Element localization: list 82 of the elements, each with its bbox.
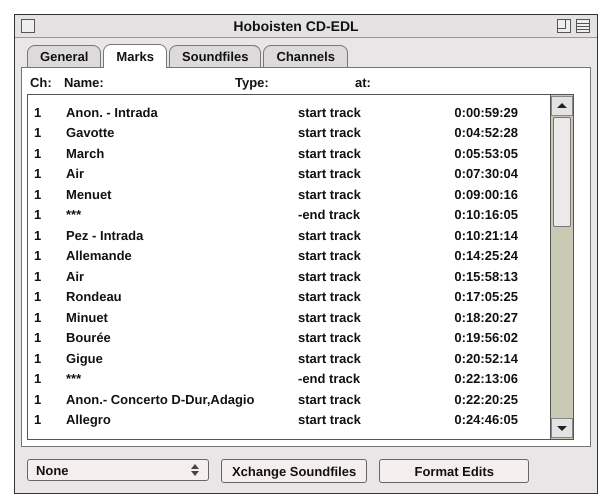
table-cell-text: 1: [34, 104, 42, 120]
table-cell-text: start track: [298, 104, 362, 120]
table-cell-text: 1: [34, 350, 42, 366]
table-cell-text: start track: [298, 186, 362, 202]
table-cell-text: 1: [34, 412, 42, 428]
table-cell-text: 0:22:20:25: [453, 392, 518, 407]
tab[interactable]: Soundfiles: [169, 45, 262, 67]
table-cell-text: 1: [34, 146, 42, 161]
scroll-bar[interactable]: [550, 95, 573, 439]
table-cell-text: 0:17:05:25: [453, 289, 518, 304]
table-cell-text: 1: [34, 268, 42, 284]
popup-menu[interactable]: None: [27, 459, 209, 481]
table-cell-text: start track: [298, 228, 362, 243]
table-cell-text: 1: [34, 371, 42, 386]
table-cell-text: Minuet: [66, 310, 109, 325]
table-cell-text: start track: [298, 330, 362, 346]
table-cell-text: Bourée: [66, 330, 112, 346]
zoom-box-icon[interactable]: [557, 18, 572, 34]
table-cell-text: start track: [298, 146, 362, 161]
table-cell-text: 0:15:58:13: [453, 268, 518, 284]
table-cell-text: 0:10:21:14: [453, 228, 518, 243]
table-cell-text: 1: [34, 166, 42, 182]
table-cell-text: 0:10:16:05: [453, 207, 518, 222]
table-cell-text: 0:14:25:24: [453, 248, 518, 264]
table-cell-text: start track: [298, 248, 362, 264]
table-cell-text: Allemande: [66, 248, 133, 264]
table-cell-text: 0:24:46:05: [453, 412, 518, 428]
up-down-arrows-icon: [190, 463, 200, 477]
table-cell-text: Allegro: [66, 412, 112, 428]
window-title: Hoboisten CD-EDL: [232, 18, 360, 34]
collapse-box-icon[interactable]: [576, 18, 591, 34]
column-header: Ch:: [30, 74, 53, 90]
table-cell-text: March: [66, 146, 106, 161]
column-header: Name:: [64, 74, 105, 90]
table-cell-text: start track: [298, 166, 362, 182]
tab[interactable]: General: [27, 45, 102, 67]
table-cell-text: 0:00:59:29: [453, 104, 518, 120]
push-button[interactable]: Format Edits: [379, 459, 530, 483]
table-cell-text: Pez - Intrada: [66, 228, 144, 243]
table-cell-text: 1: [34, 228, 42, 243]
push-button[interactable]: Xchange Soundfiles: [221, 459, 368, 483]
table-cell-text: 1: [34, 125, 42, 140]
table-cell-text: -end track: [298, 371, 362, 386]
table-cell-text: start track: [298, 125, 362, 140]
table-cell-text: 1: [34, 248, 42, 264]
table-cell-text: 1: [34, 392, 42, 407]
table-cell-text: 0:09:00:16: [453, 186, 518, 202]
scroll-thumb[interactable]: [553, 117, 571, 227]
table-cell-text: Air: [66, 268, 86, 284]
table-cell-text: Gigue: [66, 350, 104, 366]
table-cell-text: Rondeau: [66, 289, 123, 304]
table-cell-text: Air: [66, 166, 86, 182]
table-cell-text: 1: [34, 310, 42, 325]
table-cell-text: 1: [34, 289, 42, 304]
table-cell-text: 0:07:30:04: [453, 166, 518, 182]
table-cell-text: start track: [298, 392, 362, 407]
table-cell-text: 0:18:20:27: [453, 310, 518, 325]
table-cell-text: 0:04:52:28: [453, 125, 518, 140]
table-cell-text: 1: [34, 330, 42, 346]
table-cell-text: 0:19:56:02: [453, 330, 518, 346]
table-cell-text: start track: [298, 412, 362, 428]
column-header: at:: [355, 74, 372, 90]
table-cell-text: 1: [34, 186, 42, 202]
table-cell-text: start track: [298, 350, 362, 366]
table-cell-text: 1: [34, 207, 42, 222]
table-cell-text: Anon. - Intrada: [66, 104, 159, 120]
table-cell-text: ***: [66, 207, 82, 222]
table-cell-text: start track: [298, 310, 362, 325]
table-cell-text: Gavotte: [66, 125, 116, 140]
column-header: Type:: [235, 74, 270, 90]
table-cell-text: 0:05:53:05: [453, 146, 518, 161]
table-cell-text: Menuet: [66, 186, 112, 202]
tab[interactable]: Channels: [263, 45, 348, 67]
table-cell-text: 0:20:52:14: [453, 350, 518, 366]
table-cell-text: ***: [66, 371, 82, 386]
tab[interactable]: Marks: [103, 44, 167, 68]
table-cell-text: start track: [298, 268, 362, 284]
table-cell-text: -end track: [298, 207, 362, 222]
close-box[interactable]: [21, 19, 35, 33]
table-cell-text: 0:22:13:06: [453, 371, 518, 386]
table-cell-text: Anon.- Concerto D-Dur,Adagio: [66, 392, 256, 407]
table-cell-text: start track: [298, 289, 362, 304]
